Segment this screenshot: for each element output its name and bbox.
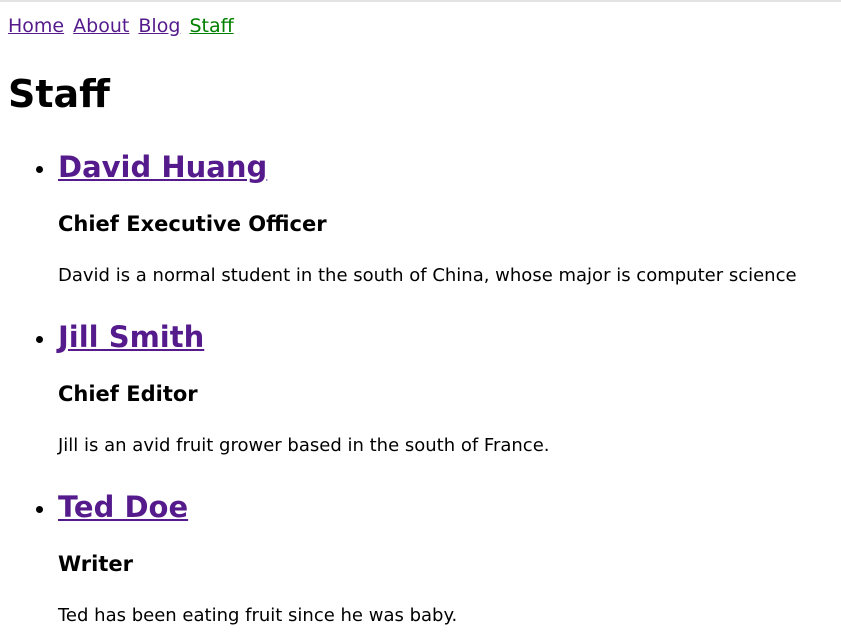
staff-role: Chief Editor	[58, 382, 198, 406]
nav-link-staff[interactable]: Staff	[189, 15, 233, 37]
staff-list: David Huang Chief Executive Officer Davi…	[0, 146, 841, 634]
staff-bio: Ted has been eating fruit since he was b…	[58, 605, 458, 626]
page-title: Staff	[8, 72, 110, 116]
staff-bio: David is a normal student in the south o…	[58, 265, 797, 286]
nav-link-blog[interactable]: Blog	[138, 15, 180, 37]
page: Home About Blog Staff Staff David Huang …	[0, 0, 841, 634]
staff-item-ted-doe: Ted Doe Writer Ted has been eating fruit…	[0, 486, 841, 634]
staff-item-david-huang: David Huang Chief Executive Officer Davi…	[0, 146, 841, 316]
bullet-icon	[36, 166, 43, 173]
nav-link-home[interactable]: Home	[8, 15, 64, 37]
nav-link-about[interactable]: About	[73, 15, 129, 37]
staff-item-jill-smith: Jill Smith Chief Editor Jill is an avid …	[0, 316, 841, 486]
staff-name-link[interactable]: Ted Doe	[58, 488, 188, 526]
staff-role: Writer	[58, 552, 133, 576]
staff-bio: Jill is an avid fruit grower based in th…	[58, 435, 550, 456]
staff-name-link[interactable]: Jill Smith	[58, 318, 204, 356]
top-nav: Home About Blog Staff	[8, 14, 237, 38]
bullet-icon	[36, 336, 43, 343]
bullet-icon	[36, 506, 43, 513]
staff-name-link[interactable]: David Huang	[58, 148, 267, 186]
staff-role: Chief Executive Officer	[58, 212, 327, 236]
